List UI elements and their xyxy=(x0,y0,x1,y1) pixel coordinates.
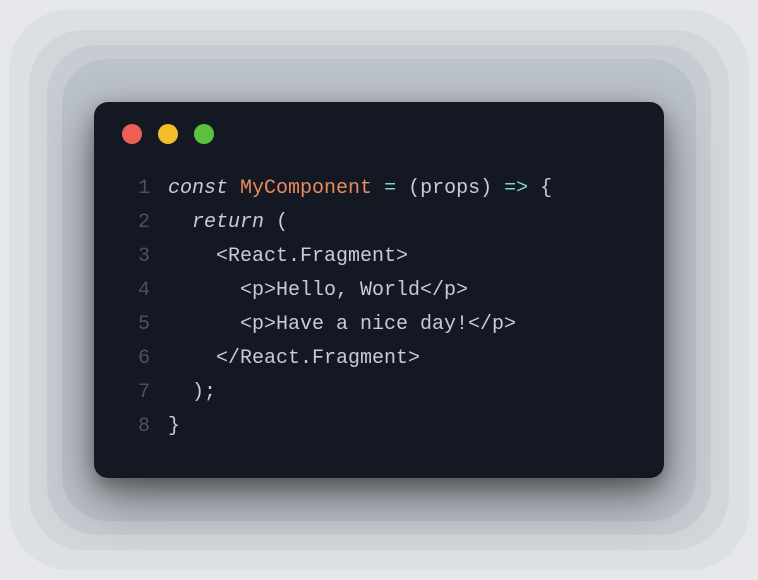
line-content: ); xyxy=(168,376,216,410)
line-number: 5 xyxy=(120,308,150,342)
line-number: 3 xyxy=(120,240,150,274)
minimize-icon[interactable] xyxy=(158,124,178,144)
code-line: 8} xyxy=(120,410,638,444)
code-line: 1 const MyComponent = (props) => { xyxy=(120,172,638,206)
zoom-icon[interactable] xyxy=(194,124,214,144)
line-content: <React.Fragment> xyxy=(168,240,408,274)
line-number: 6 xyxy=(120,342,150,376)
code-line: 5 <p>Have a nice day!</p> xyxy=(120,308,638,342)
line-number: 7 xyxy=(120,376,150,410)
line-number: 1 xyxy=(120,172,150,206)
code-line: 4 <p>Hello, World</p> xyxy=(120,274,638,308)
code-line: 6 </React.Fragment> xyxy=(120,342,638,376)
code-window: 1const MyComponent = (props) => {2 retur… xyxy=(94,102,664,478)
line-content: } xyxy=(168,410,180,444)
line-content: return ( xyxy=(168,206,288,240)
close-icon[interactable] xyxy=(122,124,142,144)
line-number: 4 xyxy=(120,274,150,308)
line-number: 2 xyxy=(120,206,150,240)
line-content: </React.Fragment> xyxy=(168,342,420,376)
window-controls xyxy=(122,124,638,144)
code-block: 1const MyComponent = (props) => {2 retur… xyxy=(120,172,638,444)
line-content: <p>Have a nice day!</p> xyxy=(168,308,516,342)
line-content: const MyComponent = (props) => { xyxy=(168,172,552,206)
code-line: 2 return ( xyxy=(120,206,638,240)
code-line: 3 <React.Fragment> xyxy=(120,240,638,274)
line-number: 8 xyxy=(120,410,150,444)
line-content: <p>Hello, World</p> xyxy=(168,274,468,308)
code-line: 7 ); xyxy=(120,376,638,410)
